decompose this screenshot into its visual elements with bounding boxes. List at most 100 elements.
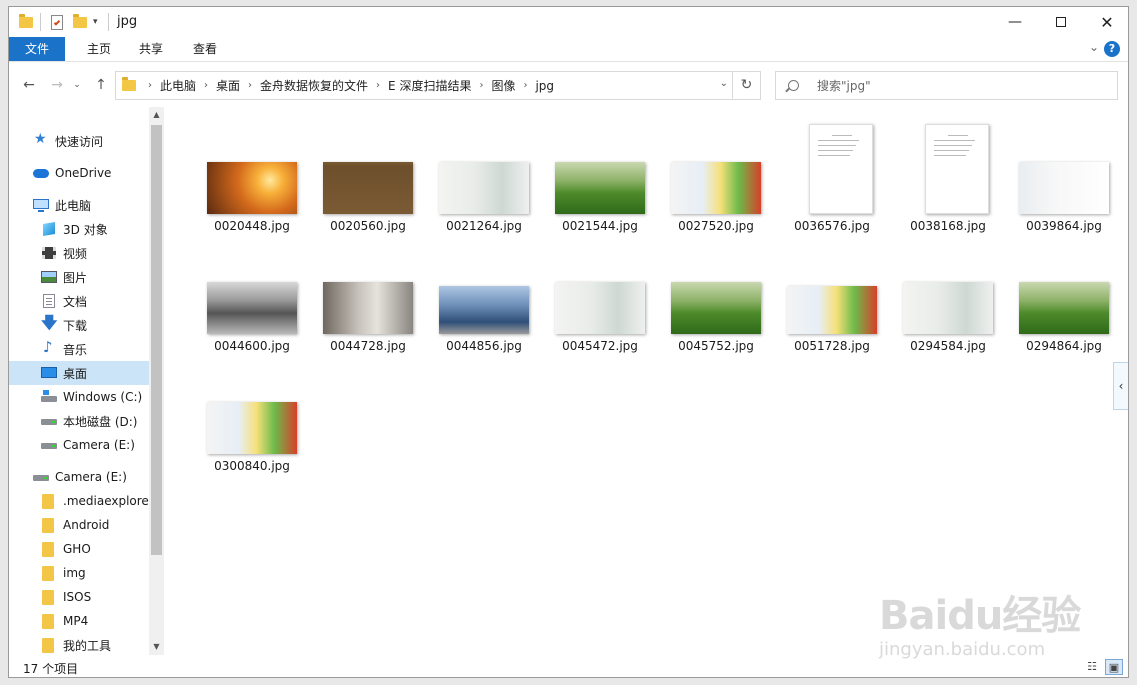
scroll-up-arrow[interactable]: ▲ xyxy=(149,107,164,123)
properties-icon[interactable] xyxy=(51,13,63,31)
forward-button[interactable]: → xyxy=(47,75,67,95)
chevron-down-icon[interactable]: ⌄ xyxy=(720,78,728,89)
file-item[interactable]: 0027520.jpg xyxy=(661,117,771,233)
image-thumbnail xyxy=(1019,282,1109,334)
breadcrumb-jpg[interactable]: jpg xyxy=(531,79,558,93)
sidebar-item[interactable]: img xyxy=(9,561,149,585)
breadcrumb-desktop[interactable]: 桌面 xyxy=(212,77,244,94)
file-item[interactable]: 0038168.jpg xyxy=(893,117,1003,233)
file-item[interactable]: 0020560.jpg xyxy=(313,117,423,233)
image-thumbnail xyxy=(207,402,297,454)
sidebar-item[interactable]: Windows (C:) xyxy=(9,385,149,409)
large-icons-view-icon[interactable]: ▣ xyxy=(1105,659,1123,675)
breadcrumb-images[interactable]: 图像 xyxy=(487,77,519,94)
breadcrumb-deep-scan[interactable]: E 深度扫描结果 xyxy=(384,77,475,94)
sidebar-item[interactable]: ISOS xyxy=(9,585,149,609)
tab-share[interactable]: 共享 xyxy=(125,37,177,61)
file-name: 0300840.jpg xyxy=(214,459,290,473)
sidebar-item[interactable]: OneDrive xyxy=(9,161,149,185)
close-button[interactable]: ✕ xyxy=(1084,7,1128,37)
chevron-right-icon[interactable]: › xyxy=(475,80,487,91)
file-item[interactable]: 0045472.jpg xyxy=(545,237,655,353)
drive-icon xyxy=(41,438,57,452)
file-item[interactable]: 0036576.jpg xyxy=(777,117,887,233)
sidebar-item[interactable]: ♪ 音乐 xyxy=(9,337,149,361)
sidebar-item[interactable]: Camera (E:) xyxy=(9,433,149,457)
customize-toolbar-icon[interactable]: ▾ xyxy=(93,13,98,31)
sidebar-item[interactable]: ★ 快速访问 xyxy=(9,129,149,153)
file-item[interactable]: 0044728.jpg xyxy=(313,237,423,353)
file-name: 0044728.jpg xyxy=(330,339,406,353)
maximize-button[interactable] xyxy=(1038,7,1084,37)
tab-home[interactable]: 主页 xyxy=(73,37,125,61)
image-thumbnail xyxy=(323,162,413,214)
file-name: 0027520.jpg xyxy=(678,219,754,233)
sidebar-item[interactable]: MP4 xyxy=(9,609,149,633)
chevron-right-icon[interactable]: › xyxy=(372,80,384,91)
file-item[interactable]: 0039864.jpg xyxy=(1009,117,1119,233)
file-item[interactable]: 0051728.jpg xyxy=(777,237,887,353)
file-item[interactable]: 0044600.jpg xyxy=(197,237,307,353)
sidebar-item[interactable]: 此电脑 xyxy=(9,193,149,217)
help-icon[interactable]: ? xyxy=(1104,41,1120,57)
sidebar-item-label: 我的工具 xyxy=(63,638,112,653)
chevron-right-icon[interactable]: › xyxy=(244,80,256,91)
collapse-pane-button[interactable]: ‹ xyxy=(1113,362,1128,410)
minimize-button[interactable]: — xyxy=(992,7,1038,37)
sidebar-item[interactable]: 图片 xyxy=(9,265,149,289)
sidebar-item[interactable]: Android xyxy=(9,513,149,537)
sidebar-scrollbar[interactable]: ▲ ▼ xyxy=(149,107,164,655)
sidebar-item[interactable]: 桌面 xyxy=(9,361,149,385)
address-bar[interactable]: › 此电脑 › 桌面 › 金舟数据恢复的文件 › E 深度扫描结果 › 图像 ›… xyxy=(115,71,761,100)
file-item[interactable]: 0294864.jpg xyxy=(1009,237,1119,353)
quick-access-folder-icon[interactable] xyxy=(19,13,33,31)
chevron-right-icon[interactable]: › xyxy=(200,80,212,91)
expand-ribbon-icon[interactable]: ⌄ xyxy=(1089,40,1099,54)
back-button[interactable]: ← xyxy=(19,75,39,95)
drive-icon xyxy=(41,414,57,428)
video-icon xyxy=(41,246,57,260)
sidebar-item[interactable]: GHO xyxy=(9,537,149,561)
file-item[interactable]: 0021264.jpg xyxy=(429,117,539,233)
file-item[interactable]: 0044856.jpg xyxy=(429,237,539,353)
tab-view[interactable]: 查看 xyxy=(179,37,231,61)
sidebar-item-label: MP4 xyxy=(63,614,89,628)
file-name: 0294864.jpg xyxy=(1026,339,1102,353)
search-box[interactable] xyxy=(775,71,1118,100)
file-item[interactable]: 0021544.jpg xyxy=(545,117,655,233)
sidebar-item[interactable]: 我的工具 xyxy=(9,633,149,655)
sidebar-item-label: 视频 xyxy=(63,246,88,261)
breadcrumb-this-pc[interactable]: 此电脑 xyxy=(156,77,200,94)
sidebar-item[interactable]: Camera (E:) xyxy=(9,465,149,489)
sidebar-item[interactable]: 视频 xyxy=(9,241,149,265)
breadcrumb-recovered-files[interactable]: 金舟数据恢复的文件 xyxy=(256,77,372,94)
sidebar-item[interactable]: 🡇 下载 xyxy=(9,313,149,337)
search-input[interactable] xyxy=(817,78,1097,93)
scrollbar-thumb[interactable] xyxy=(151,125,162,555)
recent-locations-button[interactable]: ⌄ xyxy=(67,75,87,95)
sidebar-item[interactable]: 本地磁盘 (D:) xyxy=(9,409,149,433)
file-item[interactable]: 0045752.jpg xyxy=(661,237,771,353)
tab-file[interactable]: 文件 xyxy=(9,37,65,61)
new-folder-icon[interactable] xyxy=(73,13,87,31)
file-item[interactable]: 0020448.jpg xyxy=(197,117,307,233)
chevron-right-icon[interactable]: › xyxy=(144,80,156,91)
image-thumbnail xyxy=(925,124,989,214)
scroll-down-arrow[interactable]: ▼ xyxy=(149,639,164,655)
file-name: 0020448.jpg xyxy=(214,219,290,233)
file-item[interactable]: 0294584.jpg xyxy=(893,237,1003,353)
chevron-right-icon[interactable]: › xyxy=(519,80,531,91)
sidebar-item-label: 此电脑 xyxy=(55,198,92,213)
sidebar-item[interactable]: .mediaexplorer xyxy=(9,489,149,513)
up-button[interactable]: ↑ xyxy=(91,75,111,95)
sidebar-item[interactable]: 3D 对象 xyxy=(9,217,149,241)
folder-icon xyxy=(41,638,57,653)
divider xyxy=(40,13,41,31)
drive-c-icon xyxy=(41,390,57,404)
ribbon-tabs: 文件 主页 共享 查看 ⌄ ? xyxy=(9,37,1128,62)
navigation-bar: ← → ⌄ ↑ › 此电脑 › 桌面 › 金舟数据恢复的文件 › E 深度扫描结… xyxy=(9,69,1128,101)
refresh-button[interactable]: ↻ xyxy=(732,72,760,99)
sidebar-item[interactable]: 文档 xyxy=(9,289,149,313)
sidebar-item-label: Camera (E:) xyxy=(63,438,135,452)
file-item[interactable]: 0300840.jpg xyxy=(197,357,307,473)
